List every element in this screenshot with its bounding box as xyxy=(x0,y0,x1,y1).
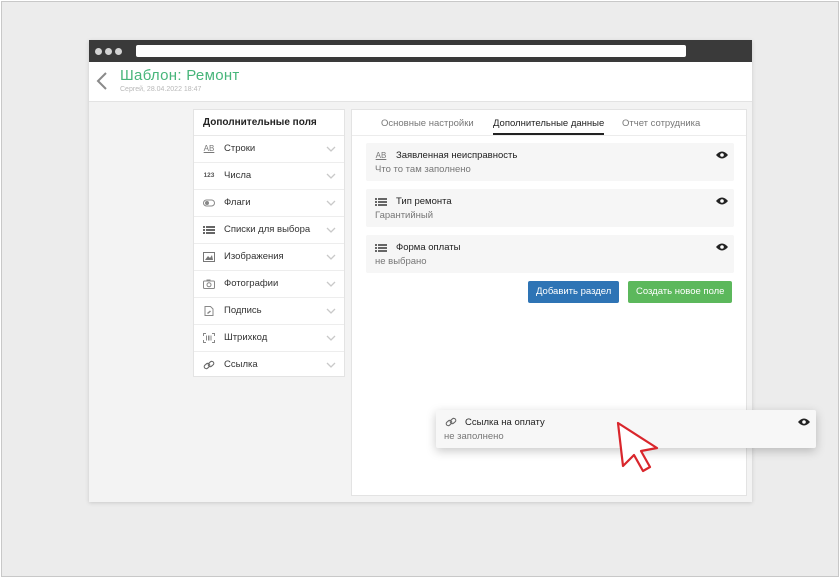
address-bar[interactable] xyxy=(136,45,686,57)
fields-panel-title: Дополнительные поля xyxy=(194,110,344,136)
field-type-label: Списки для выбора xyxy=(224,224,311,235)
field-type-label: Числа xyxy=(224,170,252,181)
add-section-button[interactable]: Добавить раздел xyxy=(528,281,620,303)
tab-additional-data[interactable]: Дополнительные данные xyxy=(493,118,605,135)
numbers-icon: 123 xyxy=(203,172,215,179)
page-subtitle: Сергей, 28.04.2022 18:47 xyxy=(120,86,202,93)
fields-panel: Дополнительные поля AB Строки 123 Числа … xyxy=(193,109,345,377)
eye-icon[interactable] xyxy=(798,418,810,426)
field-type-label: Фотографии xyxy=(224,278,279,289)
window-dot-icon[interactable] xyxy=(105,48,112,55)
back-arrow-icon[interactable] xyxy=(95,70,109,92)
field-card-title: Форма оплаты xyxy=(396,242,461,253)
list-icon xyxy=(203,226,215,234)
chevron-down-icon[interactable] xyxy=(326,199,336,207)
chevron-down-icon[interactable] xyxy=(326,145,336,153)
toggle-icon xyxy=(203,199,215,207)
field-card-title: Ссылка на оплату xyxy=(465,417,545,428)
list-icon xyxy=(375,244,387,252)
eye-icon[interactable] xyxy=(716,243,728,251)
eye-icon[interactable] xyxy=(716,197,728,205)
list-icon xyxy=(375,198,387,206)
field-card[interactable]: Форма оплаты не выбрано xyxy=(366,235,734,273)
chevron-down-icon[interactable] xyxy=(326,226,336,234)
field-card[interactable]: Тип ремонта Гарантийный xyxy=(366,189,734,227)
chevron-down-icon[interactable] xyxy=(326,253,336,261)
browser-titlebar xyxy=(89,40,752,62)
field-type-lists[interactable]: Списки для выбора xyxy=(194,217,344,244)
image-icon xyxy=(203,252,215,262)
field-type-label: Подпись xyxy=(224,305,262,316)
field-type-link[interactable]: Ссылка xyxy=(194,352,344,379)
field-card-title: Тип ремонта xyxy=(396,196,452,207)
field-type-label: Штрихкод xyxy=(224,332,268,343)
signature-icon xyxy=(204,306,214,316)
barcode-icon xyxy=(203,333,215,343)
chevron-down-icon[interactable] xyxy=(326,280,336,288)
field-card-value: не выбрано xyxy=(375,256,427,267)
tab-basic-settings[interactable]: Основные настройки xyxy=(381,118,474,133)
field-type-flags[interactable]: Флаги xyxy=(194,190,344,217)
field-card-value: не заполнено xyxy=(444,431,504,442)
field-type-signature[interactable]: Подпись xyxy=(194,298,344,325)
chevron-down-icon[interactable] xyxy=(326,307,336,315)
field-type-photos[interactable]: Фотографии xyxy=(194,271,344,298)
tab-bar: Основные настройки Дополнительные данные… xyxy=(352,110,746,136)
page-header: Шаблон: Ремонт Сергей, 28.04.2022 18:47 xyxy=(89,62,752,102)
field-type-strings[interactable]: AB Строки xyxy=(194,136,344,163)
chevron-down-icon[interactable] xyxy=(326,172,336,180)
link-icon xyxy=(203,360,215,370)
field-type-label: Строки xyxy=(224,143,256,154)
create-field-button[interactable]: Создать новое поле xyxy=(628,281,733,303)
text-ab-icon: AB xyxy=(203,144,215,153)
field-card-title: Заявленная неисправность xyxy=(396,150,518,161)
camera-icon xyxy=(203,279,215,289)
link-icon xyxy=(445,417,457,427)
text-ab-icon: AB xyxy=(375,151,387,160)
chevron-down-icon[interactable] xyxy=(326,361,336,369)
field-type-label: Ссылка xyxy=(224,359,258,370)
page-title: Шаблон: Ремонт xyxy=(120,67,240,84)
field-type-label: Флаги xyxy=(224,197,251,208)
field-type-label: Изображения xyxy=(224,251,284,262)
cursor-pointer-icon xyxy=(616,421,659,473)
window-dot-icon[interactable] xyxy=(95,48,102,55)
field-type-numbers[interactable]: 123 Числа xyxy=(194,163,344,190)
field-type-barcode[interactable]: Штрихкод xyxy=(194,325,344,352)
field-card-value: Гарантийный xyxy=(375,210,434,221)
chevron-down-icon[interactable] xyxy=(326,334,336,342)
tab-employee-report[interactable]: Отчет сотрудника xyxy=(622,118,700,133)
field-card-value: Что то там заполнено xyxy=(375,164,471,175)
field-type-images[interactable]: Изображения xyxy=(194,244,344,271)
window-dot-icon[interactable] xyxy=(115,48,122,55)
field-card[interactable]: AB Заявленная неисправность Что то там з… xyxy=(366,143,734,181)
eye-icon[interactable] xyxy=(716,151,728,159)
